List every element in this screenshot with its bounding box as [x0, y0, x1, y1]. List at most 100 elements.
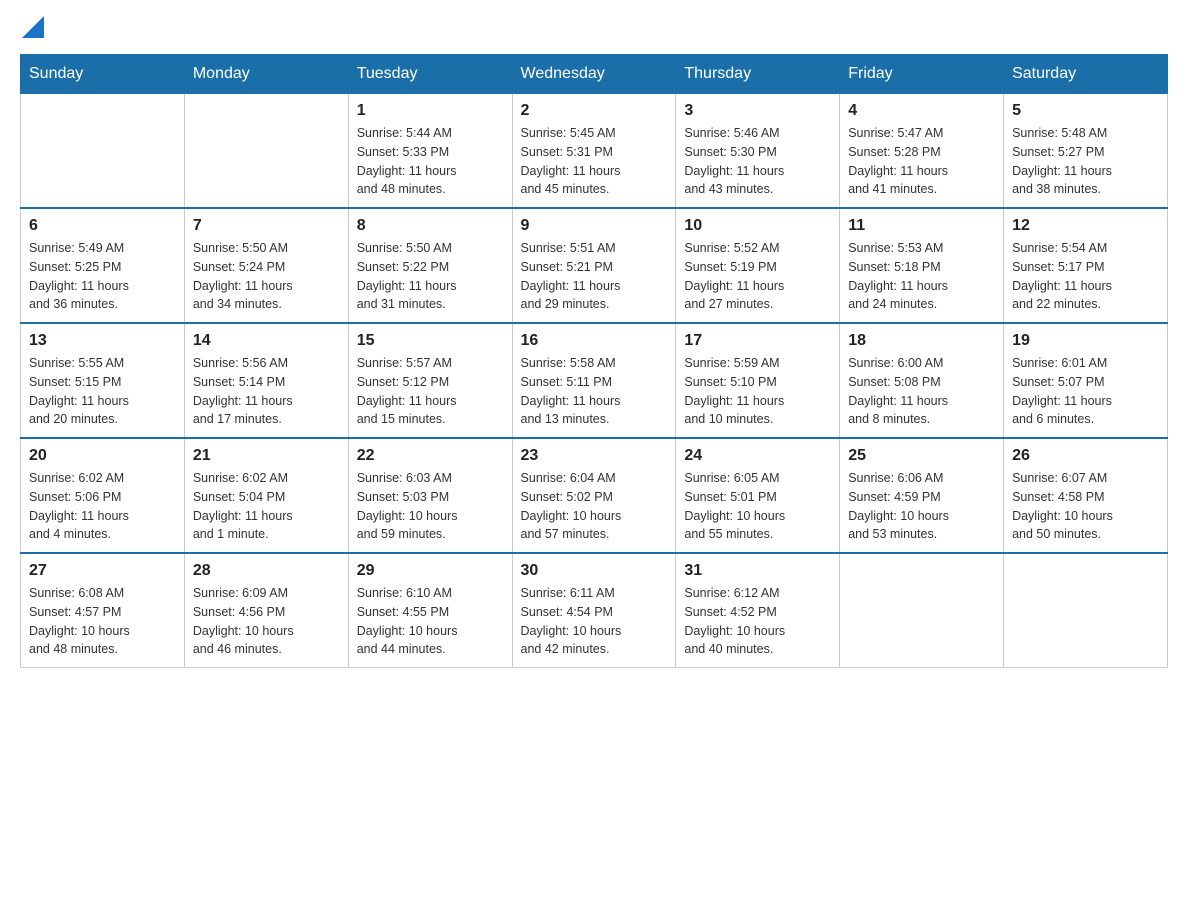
- header-cell-sunday: Sunday: [21, 55, 185, 94]
- header-cell-saturday: Saturday: [1004, 55, 1168, 94]
- day-info: Sunrise: 5:50 AM Sunset: 5:22 PM Dayligh…: [357, 239, 504, 314]
- day-number: 23: [521, 447, 668, 465]
- header-cell-friday: Friday: [840, 55, 1004, 94]
- day-info: Sunrise: 6:00 AM Sunset: 5:08 PM Dayligh…: [848, 354, 995, 429]
- calendar-cell: 9 Sunrise: 5:51 AM Sunset: 5:21 PM Daylig…: [512, 208, 676, 323]
- calendar-row: 6 Sunrise: 5:49 AM Sunset: 5:25 PM Daylig…: [21, 208, 1168, 323]
- day-number: 26: [1012, 447, 1159, 465]
- day-number: 31: [684, 562, 831, 580]
- day-number: 4: [848, 102, 995, 120]
- calendar-cell: 20Sunrise: 6:02 AM Sunset: 5:06 PM Dayli…: [21, 438, 185, 553]
- day-number: 25: [848, 447, 995, 465]
- day-info: Sunrise: 6:08 AM Sunset: 4:57 PM Dayligh…: [29, 584, 176, 659]
- day-number: 17: [684, 332, 831, 350]
- day-info: Sunrise: 6:03 AM Sunset: 5:03 PM Dayligh…: [357, 469, 504, 544]
- day-number: 5: [1012, 102, 1159, 120]
- day-number: 29: [357, 562, 504, 580]
- logo: [20, 20, 44, 34]
- day-number: 12: [1012, 217, 1159, 235]
- header-cell-tuesday: Tuesday: [348, 55, 512, 94]
- day-info: Sunrise: 6:02 AM Sunset: 5:04 PM Dayligh…: [193, 469, 340, 544]
- calendar-cell: 25 Sunrise: 6:06 AM Sunset: 4:59 PM Dayli…: [840, 438, 1004, 553]
- day-info: Sunrise: 5:53 AM Sunset: 5:18 PM Dayligh…: [848, 239, 995, 314]
- day-number: 9: [521, 217, 668, 235]
- day-number: 8: [357, 217, 504, 235]
- calendar-cell: 13 Sunrise: 5:55 AM Sunset: 5:15 PM Dayli…: [21, 323, 185, 438]
- calendar-cell: 10 Sunrise: 5:52 AM Sunset: 5:19 PM Dayli…: [676, 208, 840, 323]
- calendar-cell: 12 Sunrise: 5:54 AM Sunset: 5:17 PM Dayli…: [1004, 208, 1168, 323]
- calendar-cell: 3 Sunrise: 5:46 AM Sunset: 5:30 PM Daylig…: [676, 94, 840, 209]
- day-number: 2: [521, 102, 668, 120]
- calendar-cell: 26 Sunrise: 6:07 AM Sunset: 4:58 PM Dayli…: [1004, 438, 1168, 553]
- day-info: Sunrise: 5:58 AM Sunset: 5:11 PM Dayligh…: [521, 354, 668, 429]
- day-number: 3: [684, 102, 831, 120]
- calendar-row: 27 Sunrise: 6:08 AM Sunset: 4:57 PM Dayli…: [21, 553, 1168, 668]
- day-info: Sunrise: 6:09 AM Sunset: 4:56 PM Dayligh…: [193, 584, 340, 659]
- day-number: 30: [521, 562, 668, 580]
- calendar-cell: 8 Sunrise: 5:50 AM Sunset: 5:22 PM Daylig…: [348, 208, 512, 323]
- day-info: Sunrise: 6:07 AM Sunset: 4:58 PM Dayligh…: [1012, 469, 1159, 544]
- day-number: 6: [29, 217, 176, 235]
- day-number: 24: [684, 447, 831, 465]
- calendar-cell: 23 Sunrise: 6:04 AM Sunset: 5:02 PM Dayli…: [512, 438, 676, 553]
- day-info: Sunrise: 5:59 AM Sunset: 5:10 PM Dayligh…: [684, 354, 831, 429]
- calendar-cell: [184, 94, 348, 209]
- calendar-cell: [840, 553, 1004, 668]
- day-number: 14: [193, 332, 340, 350]
- day-info: Sunrise: 6:06 AM Sunset: 4:59 PM Dayligh…: [848, 469, 995, 544]
- calendar-cell: 1 Sunrise: 5:44 AM Sunset: 5:33 PM Daylig…: [348, 94, 512, 209]
- calendar-cell: [1004, 553, 1168, 668]
- header-cell-wednesday: Wednesday: [512, 55, 676, 94]
- day-info: Sunrise: 5:57 AM Sunset: 5:12 PM Dayligh…: [357, 354, 504, 429]
- calendar-cell: 28 Sunrise: 6:09 AM Sunset: 4:56 PM Dayli…: [184, 553, 348, 668]
- calendar-cell: 24 Sunrise: 6:05 AM Sunset: 5:01 PM Dayli…: [676, 438, 840, 553]
- calendar-cell: 16 Sunrise: 5:58 AM Sunset: 5:11 PM Dayli…: [512, 323, 676, 438]
- day-number: 10: [684, 217, 831, 235]
- day-info: Sunrise: 5:52 AM Sunset: 5:19 PM Dayligh…: [684, 239, 831, 314]
- header-cell-thursday: Thursday: [676, 55, 840, 94]
- day-info: Sunrise: 5:44 AM Sunset: 5:33 PM Dayligh…: [357, 124, 504, 199]
- day-info: Sunrise: 5:46 AM Sunset: 5:30 PM Dayligh…: [684, 124, 831, 199]
- calendar-cell: 18 Sunrise: 6:00 AM Sunset: 5:08 PM Dayli…: [840, 323, 1004, 438]
- day-info: Sunrise: 5:49 AM Sunset: 5:25 PM Dayligh…: [29, 239, 176, 314]
- day-info: Sunrise: 5:54 AM Sunset: 5:17 PM Dayligh…: [1012, 239, 1159, 314]
- day-info: Sunrise: 6:02 AM Sunset: 5:06 PM Dayligh…: [29, 469, 176, 544]
- day-info: Sunrise: 5:56 AM Sunset: 5:14 PM Dayligh…: [193, 354, 340, 429]
- day-info: Sunrise: 6:05 AM Sunset: 5:01 PM Dayligh…: [684, 469, 831, 544]
- calendar-cell: 22 Sunrise: 6:03 AM Sunset: 5:03 PM Dayli…: [348, 438, 512, 553]
- header: [20, 20, 1168, 34]
- day-number: 13: [29, 332, 176, 350]
- day-number: 28: [193, 562, 340, 580]
- calendar-cell: 2 Sunrise: 5:45 AM Sunset: 5:31 PM Daylig…: [512, 94, 676, 209]
- calendar-cell: [21, 94, 185, 209]
- day-info: Sunrise: 6:10 AM Sunset: 4:55 PM Dayligh…: [357, 584, 504, 659]
- day-info: Sunrise: 5:51 AM Sunset: 5:21 PM Dayligh…: [521, 239, 668, 314]
- day-number: 1: [357, 102, 504, 120]
- calendar-cell: 31 Sunrise: 6:12 AM Sunset: 4:52 PM Dayli…: [676, 553, 840, 668]
- day-number: 18: [848, 332, 995, 350]
- day-info: Sunrise: 5:47 AM Sunset: 5:28 PM Dayligh…: [848, 124, 995, 199]
- day-info: Sunrise: 6:01 AM Sunset: 5:07 PM Dayligh…: [1012, 354, 1159, 429]
- day-number: 15: [357, 332, 504, 350]
- calendar-row: 13 Sunrise: 5:55 AM Sunset: 5:15 PM Dayli…: [21, 323, 1168, 438]
- calendar-cell: 11 Sunrise: 5:53 AM Sunset: 5:18 PM Dayli…: [840, 208, 1004, 323]
- calendar-cell: 5 Sunrise: 5:48 AM Sunset: 5:27 PM Daylig…: [1004, 94, 1168, 209]
- day-number: 16: [521, 332, 668, 350]
- calendar-cell: 7Sunrise: 5:50 AM Sunset: 5:24 PM Daylig…: [184, 208, 348, 323]
- calendar-cell: 30 Sunrise: 6:11 AM Sunset: 4:54 PM Dayli…: [512, 553, 676, 668]
- day-info: Sunrise: 5:55 AM Sunset: 5:15 PM Dayligh…: [29, 354, 176, 429]
- day-info: Sunrise: 6:12 AM Sunset: 4:52 PM Dayligh…: [684, 584, 831, 659]
- day-number: 27: [29, 562, 176, 580]
- day-number: 11: [848, 217, 995, 235]
- day-number: 7: [193, 217, 340, 235]
- day-info: Sunrise: 6:04 AM Sunset: 5:02 PM Dayligh…: [521, 469, 668, 544]
- day-info: Sunrise: 5:48 AM Sunset: 5:27 PM Dayligh…: [1012, 124, 1159, 199]
- day-info: Sunrise: 5:45 AM Sunset: 5:31 PM Dayligh…: [521, 124, 668, 199]
- calendar-cell: 15 Sunrise: 5:57 AM Sunset: 5:12 PM Dayli…: [348, 323, 512, 438]
- calendar-cell: 19Sunrise: 6:01 AM Sunset: 5:07 PM Dayli…: [1004, 323, 1168, 438]
- day-number: 21: [193, 447, 340, 465]
- calendar-row: 1 Sunrise: 5:44 AM Sunset: 5:33 PM Daylig…: [21, 94, 1168, 209]
- calendar-cell: 6 Sunrise: 5:49 AM Sunset: 5:25 PM Daylig…: [21, 208, 185, 323]
- day-info: Sunrise: 6:11 AM Sunset: 4:54 PM Dayligh…: [521, 584, 668, 659]
- day-number: 22: [357, 447, 504, 465]
